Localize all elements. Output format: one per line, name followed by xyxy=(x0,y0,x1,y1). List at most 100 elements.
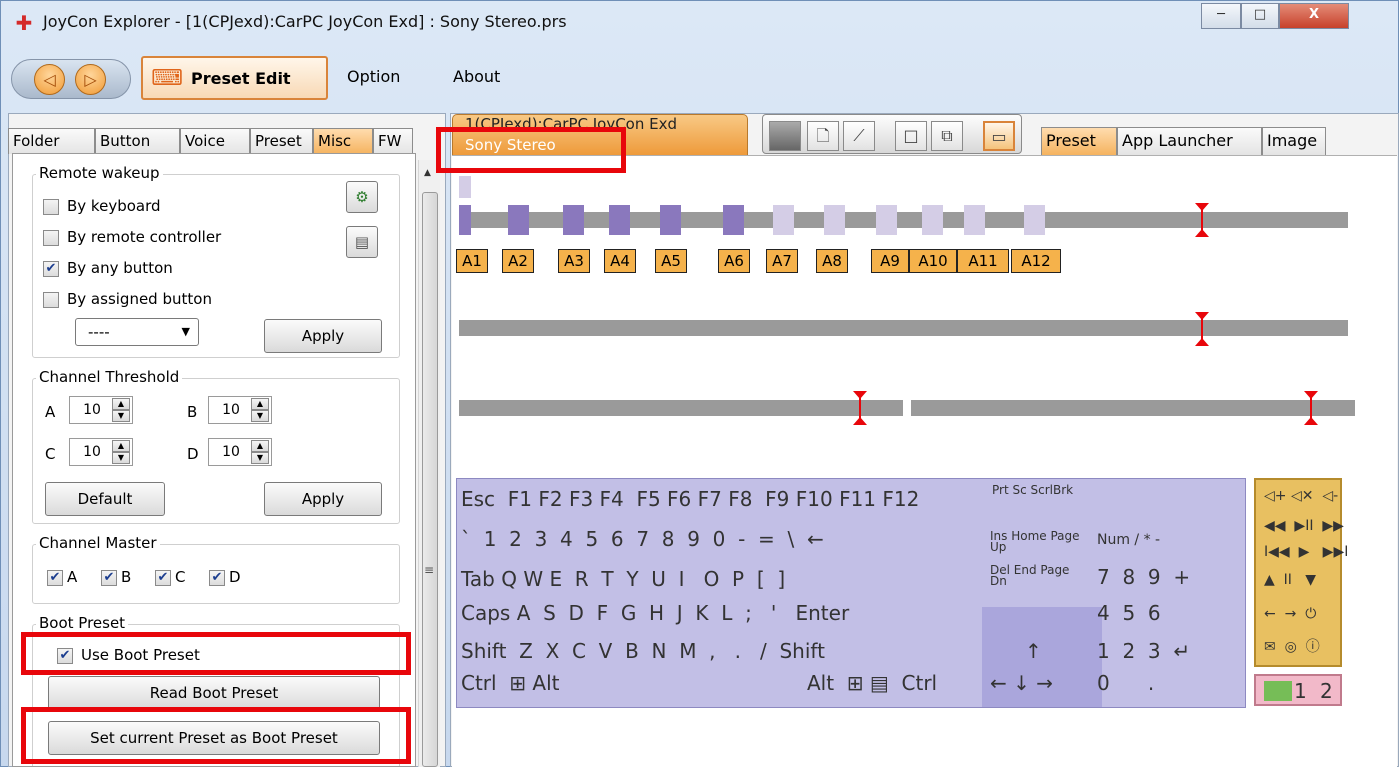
minimize-button[interactable]: ─ xyxy=(1201,3,1241,29)
stepper-up-icon[interactable]: ▲ xyxy=(112,440,130,452)
slot-bar[interactable] xyxy=(660,205,681,235)
slot-bar[interactable] xyxy=(922,205,943,235)
media-seek-row[interactable]: ◀◀ ▶II ▶▶ xyxy=(1264,518,1344,534)
by-assigned-button-checkbox[interactable] xyxy=(43,292,59,308)
media-app-row[interactable]: ✉ ◎ ⓘ xyxy=(1264,636,1320,656)
channel-b-stepper[interactable]: 10 ▲ ▼ xyxy=(208,396,272,424)
slot-bar[interactable] xyxy=(563,205,584,235)
assigned-button-dropdown[interactable]: ---- ▼ xyxy=(75,318,199,346)
layers-tool-icon[interactable]: ⧉ xyxy=(931,121,963,151)
preset-edit-button[interactable]: ⌨ Preset Edit xyxy=(141,56,328,100)
keyboard-nav-bottom[interactable]: Del End Page Dn xyxy=(990,564,1080,587)
threshold-marker[interactable] xyxy=(1304,391,1318,425)
media-track-row[interactable]: I◀◀ ▶ ▶▶I xyxy=(1264,544,1348,560)
keyboard-numpad-row5[interactable]: 0 . xyxy=(1097,671,1154,695)
slot-label-a9[interactable]: A9 xyxy=(871,249,909,273)
close-button[interactable]: X xyxy=(1279,3,1349,29)
slot-label-a5[interactable]: A5 xyxy=(655,249,687,273)
slot-bar[interactable] xyxy=(773,205,794,235)
tab-image[interactable]: Image xyxy=(1262,127,1326,155)
slot-label-a4[interactable]: A4 xyxy=(604,249,636,273)
wakeup-apply-button[interactable]: Apply xyxy=(264,319,382,353)
layer-indicator[interactable]: 1 2 xyxy=(1254,674,1342,706)
slot-label-a1[interactable]: A1 xyxy=(456,249,488,273)
maximize-button[interactable]: □ xyxy=(1241,3,1279,29)
stepper-down-icon[interactable]: ▼ xyxy=(112,410,130,422)
forward-button[interactable]: ▷ xyxy=(75,64,106,95)
back-button[interactable]: ◁ xyxy=(34,64,65,95)
channel-d-stepper[interactable]: 10 ▲ ▼ xyxy=(208,438,272,466)
layout-dark-button[interactable] xyxy=(769,121,801,151)
tab-misc[interactable]: Misc xyxy=(313,128,373,154)
threshold-apply-button[interactable]: Apply xyxy=(264,482,382,516)
stepper-up-icon[interactable]: ▲ xyxy=(251,398,269,410)
slot-label-a3[interactable]: A3 xyxy=(558,249,590,273)
keyboard-row-shift[interactable]: Shift Z X C V B N M , . / Shift xyxy=(461,639,825,663)
channel-a-stepper[interactable]: 10 ▲ ▼ xyxy=(69,396,133,424)
slot-bar[interactable] xyxy=(508,205,529,235)
read-boot-preset-button[interactable]: Read Boot Preset xyxy=(48,676,380,710)
keyboard-row-qwerty[interactable]: Tab Q W E R T Y U I O P [ ] xyxy=(461,567,785,591)
media-keys-panel[interactable]: ◁+ ◁✕ ◁- ◀◀ ▶II ▶▶ I◀◀ ▶ ▶▶I ▲ II ▼ ← → … xyxy=(1254,478,1348,667)
media-volume-row[interactable]: ◁+ ◁✕ ◁- xyxy=(1264,488,1338,504)
threshold-marker[interactable] xyxy=(1195,312,1209,346)
keyboard-row-numbers[interactable]: ` 1 2 3 4 5 6 7 8 9 0 - = \ ← xyxy=(461,527,824,551)
slot-bar[interactable] xyxy=(459,205,471,235)
virtual-keyboard[interactable]: Esc F1 F2 F3 F4 F5 F6 F7 F8 F9 F10 F11 F… xyxy=(456,478,1246,708)
new-page-icon[interactable]: 🗋 xyxy=(807,121,839,151)
master-d-checkbox[interactable]: ✔ xyxy=(209,570,225,586)
master-b-checkbox[interactable]: ✔ xyxy=(101,570,117,586)
slot-label-a12[interactable]: A12 xyxy=(1011,249,1061,273)
keyboard-nav-top[interactable]: Ins Home Page Up xyxy=(990,530,1080,553)
slot-bar[interactable] xyxy=(1024,205,1045,235)
keyboard-row-function[interactable]: Esc F1 F2 F3 F4 F5 F6 F7 F8 F9 F10 F11 F… xyxy=(461,487,919,511)
stepper-down-icon[interactable]: ▼ xyxy=(251,452,269,464)
slot-label-a2[interactable]: A2 xyxy=(502,249,534,273)
stepper-up-icon[interactable]: ▲ xyxy=(251,440,269,452)
slot-bar[interactable] xyxy=(723,205,744,235)
menu-about[interactable]: About xyxy=(453,67,500,86)
left-scrollbar[interactable]: ▲ ≡ xyxy=(418,160,440,767)
keyboard-arrows[interactable]: ← ↓ → xyxy=(990,671,1053,695)
fit-view-icon[interactable]: ▭ xyxy=(983,121,1015,151)
slot-label-a8[interactable]: A8 xyxy=(816,249,848,273)
slot-bar[interactable] xyxy=(964,205,985,235)
stepper-down-icon[interactable]: ▼ xyxy=(112,452,130,464)
threshold-marker[interactable] xyxy=(1195,203,1209,237)
threshold-marker[interactable] xyxy=(853,391,867,425)
tab-button[interactable]: Button xyxy=(95,128,180,154)
wakeup-test-icon[interactable]: ⚙ xyxy=(346,181,378,213)
media-browser-row[interactable]: ← → ⏻ xyxy=(1264,606,1316,622)
rectangle-tool-icon[interactable]: □ xyxy=(895,121,927,151)
media-eject-row[interactable]: ▲ II ▼ xyxy=(1264,572,1316,588)
tab-app-launcher[interactable]: App Launcher xyxy=(1117,127,1262,155)
threshold-default-button[interactable]: Default xyxy=(45,482,165,516)
master-a-checkbox[interactable]: ✔ xyxy=(47,570,63,586)
slot-label-a11[interactable]: A11 xyxy=(957,249,1009,273)
line-tool-icon[interactable]: ⟋ xyxy=(843,121,875,151)
keyboard-numpad-top[interactable]: Num / * - xyxy=(1097,533,1207,547)
tab-voice[interactable]: Voice xyxy=(180,128,250,154)
keyboard-row-ctrl-right[interactable]: Alt ⊞ ▤ Ctrl xyxy=(807,671,937,695)
slot-bar[interactable] xyxy=(876,205,897,235)
slot-label-a7[interactable]: A7 xyxy=(766,249,798,273)
layer-1-label[interactable]: 1 xyxy=(1294,679,1307,703)
tab-fw[interactable]: FW xyxy=(373,128,413,154)
master-c-checkbox[interactable]: ✔ xyxy=(155,570,171,586)
keyboard-numpad-row3[interactable]: 4 5 6 xyxy=(1097,601,1161,625)
keyboard-arrow-up[interactable]: ↑ xyxy=(1025,639,1042,663)
channel-c-stepper[interactable]: 10 ▲ ▼ xyxy=(69,438,133,466)
layer-2-label[interactable]: 2 xyxy=(1320,679,1333,703)
slot-bar[interactable] xyxy=(609,205,630,235)
tab-preset-right[interactable]: Preset xyxy=(1041,127,1117,155)
keyboard-prtsc[interactable]: Prt Sc ScrlBrk xyxy=(992,484,1112,496)
by-remote-controller-checkbox[interactable] xyxy=(43,230,59,246)
keyboard-row-ctrl-left[interactable]: Ctrl ⊞ Alt xyxy=(461,671,560,695)
keyboard-numpad-row4[interactable]: 1 2 3 ↵ xyxy=(1097,639,1190,663)
stepper-down-icon[interactable]: ▼ xyxy=(251,410,269,422)
slot-bar[interactable] xyxy=(824,205,845,235)
slot-label-a6[interactable]: A6 xyxy=(718,249,750,273)
slot-label-a10[interactable]: A10 xyxy=(909,249,957,273)
by-keyboard-checkbox[interactable] xyxy=(43,199,59,215)
keyboard-row-home[interactable]: Caps A S D F G H J K L ; ' Enter xyxy=(461,601,849,625)
